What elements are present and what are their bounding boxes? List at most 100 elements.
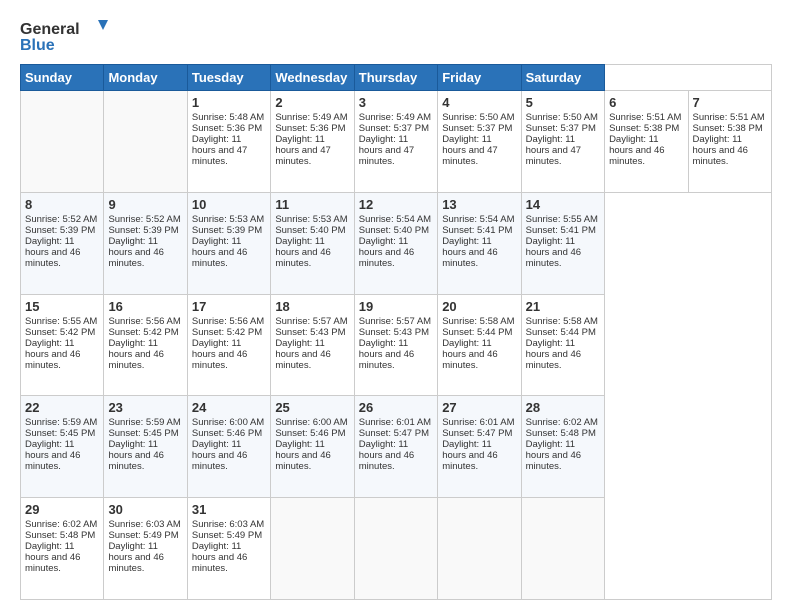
calendar-cell: 25Sunrise: 6:00 AMSunset: 5:46 PMDayligh… <box>271 396 354 498</box>
day-number: 11 <box>275 197 349 212</box>
day-number: 3 <box>359 95 433 110</box>
calendar-cell: 4 Sunrise: 5:50 AMSunset: 5:37 PMDaylight… <box>438 91 521 193</box>
daylight-label: Daylight: 11 hours and 46 minutes. <box>25 439 80 472</box>
sunset-text: Sunset: 5:37 PM <box>359 123 429 134</box>
daylight-label: Daylight: 11 hours and 46 minutes. <box>25 541 80 574</box>
calendar-cell: 20Sunrise: 5:58 AMSunset: 5:44 PMDayligh… <box>438 294 521 396</box>
sunset-text: Sunset: 5:42 PM <box>192 327 262 338</box>
day-number: 7 <box>693 95 768 110</box>
daylight-label: Daylight: 11 hours and 47 minutes. <box>359 134 414 167</box>
day-number: 10 <box>192 197 266 212</box>
sunrise-text: Sunrise: 6:03 AM <box>108 519 180 530</box>
day-number: 26 <box>359 400 433 415</box>
day-number: 2 <box>275 95 349 110</box>
calendar-cell <box>104 91 187 193</box>
calendar-cell: 27Sunrise: 6:01 AMSunset: 5:47 PMDayligh… <box>438 396 521 498</box>
calendar-cell: 10Sunrise: 5:53 AMSunset: 5:39 PMDayligh… <box>187 192 270 294</box>
sunrise-text: Sunrise: 5:54 AM <box>359 214 431 225</box>
svg-text:Blue: Blue <box>20 37 55 54</box>
sunrise-text: Sunrise: 6:01 AM <box>442 417 514 428</box>
calendar-cell: 11Sunrise: 5:53 AMSunset: 5:40 PMDayligh… <box>271 192 354 294</box>
day-header-saturday: Saturday <box>521 65 604 91</box>
sunset-text: Sunset: 5:36 PM <box>275 123 345 134</box>
daylight-label: Daylight: 11 hours and 46 minutes. <box>359 236 414 269</box>
day-number: 18 <box>275 299 349 314</box>
calendar-table: SundayMondayTuesdayWednesdayThursdayFrid… <box>20 64 772 600</box>
sunset-text: Sunset: 5:41 PM <box>526 225 596 236</box>
daylight-label: Daylight: 11 hours and 46 minutes. <box>25 338 80 371</box>
day-number: 4 <box>442 95 516 110</box>
sunrise-text: Sunrise: 6:02 AM <box>25 519 97 530</box>
daylight-label: Daylight: 11 hours and 46 minutes. <box>442 236 497 269</box>
day-number: 16 <box>108 299 182 314</box>
daylight-label: Daylight: 11 hours and 46 minutes. <box>442 338 497 371</box>
daylight-label: Daylight: 11 hours and 46 minutes. <box>192 338 247 371</box>
day-number: 15 <box>25 299 99 314</box>
week-row-3: 15Sunrise: 5:55 AMSunset: 5:42 PMDayligh… <box>21 294 772 396</box>
sunset-text: Sunset: 5:42 PM <box>108 327 178 338</box>
sunset-text: Sunset: 5:43 PM <box>359 327 429 338</box>
week-row-1: 1Sunrise: 5:48 AMSunset: 5:36 PMDaylight… <box>21 91 772 193</box>
calendar-cell: 7Sunrise: 5:51 AMSunset: 5:38 PMDaylight… <box>688 91 772 193</box>
sunrise-text: Sunrise: 5:58 AM <box>526 316 598 327</box>
sunrise-text: Sunrise: 5:52 AM <box>108 214 180 225</box>
daylight-label: Daylight: 11 hours and 47 minutes. <box>442 134 497 167</box>
calendar-cell: 29Sunrise: 6:02 AMSunset: 5:48 PMDayligh… <box>21 498 104 600</box>
sunrise-text: Sunrise: 6:02 AM <box>526 417 598 428</box>
sunset-text: Sunset: 5:38 PM <box>609 123 679 134</box>
calendar-cell: 5Sunrise: 5:50 AMSunset: 5:37 PMDaylight… <box>521 91 604 193</box>
sunrise-text: Sunrise: 5:53 AM <box>275 214 347 225</box>
sunset-text: Sunset: 5:47 PM <box>359 428 429 439</box>
daylight-label: Daylight: 11 hours and 46 minutes. <box>108 541 163 574</box>
calendar-cell <box>521 498 604 600</box>
day-number: 31 <box>192 502 266 517</box>
sunrise-text: Sunrise: 5:50 AM <box>442 112 514 123</box>
calendar-cell: 30Sunrise: 6:03 AMSunset: 5:49 PMDayligh… <box>104 498 187 600</box>
sunset-text: Sunset: 5:36 PM <box>192 123 262 134</box>
sunset-text: Sunset: 5:39 PM <box>192 225 262 236</box>
calendar-cell: 2Sunrise: 5:49 AMSunset: 5:36 PMDaylight… <box>271 91 354 193</box>
calendar-cell: 16Sunrise: 5:56 AMSunset: 5:42 PMDayligh… <box>104 294 187 396</box>
calendar-cell: 15Sunrise: 5:55 AMSunset: 5:42 PMDayligh… <box>21 294 104 396</box>
sunrise-text: Sunrise: 5:59 AM <box>108 417 180 428</box>
daylight-label: Daylight: 11 hours and 46 minutes. <box>192 541 247 574</box>
daylight-label: Daylight: 11 hours and 46 minutes. <box>192 439 247 472</box>
day-number: 20 <box>442 299 516 314</box>
day-number: 8 <box>25 197 99 212</box>
daylight-label: Daylight: 11 hours and 46 minutes. <box>192 236 247 269</box>
calendar-cell: 18Sunrise: 5:57 AMSunset: 5:43 PMDayligh… <box>271 294 354 396</box>
sunset-text: Sunset: 5:47 PM <box>442 428 512 439</box>
calendar-cell: 23Sunrise: 5:59 AMSunset: 5:45 PMDayligh… <box>104 396 187 498</box>
calendar-cell: 24Sunrise: 6:00 AMSunset: 5:46 PMDayligh… <box>187 396 270 498</box>
sunset-text: Sunset: 5:37 PM <box>442 123 512 134</box>
sunset-text: Sunset: 5:45 PM <box>108 428 178 439</box>
sunset-text: Sunset: 5:46 PM <box>275 428 345 439</box>
day-number: 21 <box>526 299 600 314</box>
daylight-label: Daylight: 11 hours and 46 minutes. <box>526 439 581 472</box>
svg-text:General: General <box>20 21 80 38</box>
day-number: 23 <box>108 400 182 415</box>
day-header-wednesday: Wednesday <box>271 65 354 91</box>
calendar-cell <box>438 498 521 600</box>
daylight-label: Daylight: 11 hours and 46 minutes. <box>609 134 664 167</box>
day-header-sunday: Sunday <box>21 65 104 91</box>
header: General Blue <box>20 16 772 54</box>
sunrise-text: Sunrise: 5:51 AM <box>693 112 765 123</box>
daylight-label: Daylight: 11 hours and 47 minutes. <box>275 134 330 167</box>
calendar-cell: 28Sunrise: 6:02 AMSunset: 5:48 PMDayligh… <box>521 396 604 498</box>
sunset-text: Sunset: 5:45 PM <box>25 428 95 439</box>
calendar-cell: 14Sunrise: 5:55 AMSunset: 5:41 PMDayligh… <box>521 192 604 294</box>
day-number: 13 <box>442 197 516 212</box>
daylight-label: Daylight: 11 hours and 46 minutes. <box>526 338 581 371</box>
sunrise-text: Sunrise: 5:54 AM <box>442 214 514 225</box>
calendar-cell: 3Sunrise: 5:49 AMSunset: 5:37 PMDaylight… <box>354 91 437 193</box>
sunset-text: Sunset: 5:41 PM <box>442 225 512 236</box>
sunset-text: Sunset: 5:42 PM <box>25 327 95 338</box>
week-row-4: 22Sunrise: 5:59 AMSunset: 5:45 PMDayligh… <box>21 396 772 498</box>
day-number: 25 <box>275 400 349 415</box>
sunrise-text: Sunrise: 6:00 AM <box>275 417 347 428</box>
day-number: 1 <box>192 95 266 110</box>
daylight-label: Daylight: 11 hours and 47 minutes. <box>192 134 247 167</box>
sunrise-text: Sunrise: 6:01 AM <box>359 417 431 428</box>
day-header-friday: Friday <box>438 65 521 91</box>
